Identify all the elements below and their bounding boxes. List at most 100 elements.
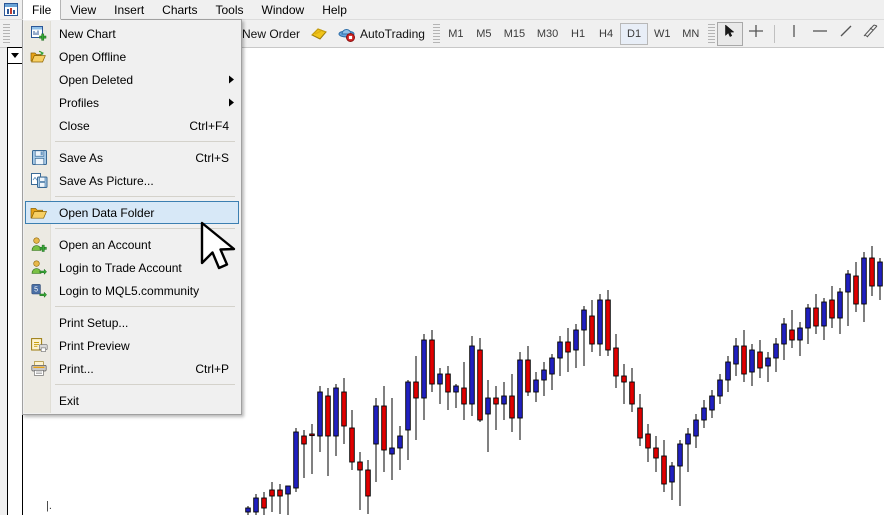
candle xyxy=(581,306,587,366)
open-folder-icon xyxy=(27,47,51,67)
candle xyxy=(805,304,811,344)
menu-entry-print-preview[interactable]: Print Preview xyxy=(25,334,239,357)
candle xyxy=(405,380,411,460)
menu-entry-save-as[interactable]: Save As Ctrl+S xyxy=(25,146,239,169)
open-folder-icon xyxy=(27,203,51,223)
cursor-tool-button[interactable] xyxy=(717,21,743,46)
candle xyxy=(645,424,651,462)
menu-item-help[interactable]: Help xyxy=(313,0,356,20)
menu-item-tools[interactable]: Tools xyxy=(207,0,253,20)
timeframe-w1[interactable]: W1 xyxy=(648,23,676,45)
menu-item-insert[interactable]: Insert xyxy=(105,0,153,20)
menu-entry-open-an-account[interactable]: Open an Account xyxy=(25,233,239,256)
candle xyxy=(389,398,395,480)
candle xyxy=(501,382,507,420)
candle xyxy=(613,334,619,388)
candle xyxy=(837,288,843,334)
candle xyxy=(469,336,475,416)
menu-separator xyxy=(55,141,235,142)
menu-item-file[interactable]: File xyxy=(22,0,62,20)
cursor-icon xyxy=(723,24,737,43)
menu-entry-print[interactable]: Print... Ctrl+P xyxy=(25,357,239,380)
menu-separator xyxy=(55,228,235,229)
candle xyxy=(549,354,555,390)
candle xyxy=(693,414,699,448)
file-dropdown-menu[interactable]: New Chart Open Offline Open Deleted Prof… xyxy=(22,19,242,415)
candle xyxy=(717,374,723,404)
candle xyxy=(317,386,323,452)
vertical-line-tool-button[interactable] xyxy=(781,22,807,46)
chevron-down-icon xyxy=(11,53,19,58)
candle xyxy=(477,338,483,422)
candle xyxy=(541,362,547,396)
candle xyxy=(677,440,683,506)
symbol-dropdown-button[interactable] xyxy=(7,47,23,64)
candle xyxy=(845,270,851,326)
candle xyxy=(797,322,803,356)
candle xyxy=(309,424,315,474)
candle xyxy=(565,328,571,372)
timeframe-toolbar-grip[interactable] xyxy=(432,23,440,44)
timeframe-m30[interactable]: M30 xyxy=(531,23,564,45)
open-account-icon xyxy=(27,235,51,255)
menu-entry-open-offline[interactable]: Open Offline xyxy=(25,45,239,68)
candle xyxy=(589,300,595,352)
menu-entry-login-mql5-community[interactable]: 5 Login to MQL5.community xyxy=(25,279,239,302)
menu-entry-close[interactable]: Close Ctrl+F4 xyxy=(25,114,239,137)
submenu-arrow-icon xyxy=(225,75,239,84)
no-icon xyxy=(27,116,51,136)
menu-item-view[interactable]: View xyxy=(61,0,105,20)
trendline-tool-button[interactable] xyxy=(833,22,859,46)
login-mql5-icon: 5 xyxy=(27,281,51,301)
candle xyxy=(661,440,667,492)
save-picture-icon xyxy=(27,171,51,191)
expert-advisor-button[interactable] xyxy=(305,22,333,46)
menu-entry-login-trade-account[interactable]: Login to Trade Account xyxy=(25,256,239,279)
candle xyxy=(757,340,763,378)
menu-entry-profiles[interactable]: Profiles xyxy=(25,91,239,114)
candle xyxy=(453,384,459,408)
menu-entry-save-as-picture[interactable]: Save As Picture... xyxy=(25,169,239,192)
candle xyxy=(597,294,603,356)
candle xyxy=(781,318,787,360)
metatrader-window: File View Insert Charts Tools Window Hel… xyxy=(0,0,884,515)
candle xyxy=(333,384,339,456)
menu-entry-open-data-folder[interactable]: Open Data Folder xyxy=(25,201,239,224)
menu-label: Open an Account xyxy=(59,237,152,252)
candle xyxy=(245,506,251,515)
candle xyxy=(365,460,371,514)
toolbar-grip[interactable] xyxy=(3,23,10,44)
menu-item-window[interactable]: Window xyxy=(253,0,314,20)
timeframe-m5[interactable]: M5 xyxy=(470,23,498,45)
menu-entry-new-chart[interactable]: New Chart xyxy=(25,22,239,45)
equidistant-channel-tool-button[interactable] xyxy=(858,22,884,46)
timeframe-mn[interactable]: MN xyxy=(676,23,705,45)
timeframe-h1[interactable]: H1 xyxy=(564,23,592,45)
candle xyxy=(373,398,379,482)
timeframe-d1[interactable]: D1 xyxy=(620,22,649,45)
candle xyxy=(629,368,635,412)
candle xyxy=(509,374,515,432)
timeframe-h4[interactable]: H4 xyxy=(592,23,620,45)
candle xyxy=(749,344,755,386)
candle xyxy=(285,485,291,515)
app-icon xyxy=(0,0,22,20)
menu-entry-print-setup[interactable]: Print Setup... xyxy=(25,311,239,334)
timeframe-m15[interactable]: M15 xyxy=(498,23,531,45)
timeframe-m1[interactable]: M1 xyxy=(442,23,470,45)
menu-item-charts[interactable]: Charts xyxy=(153,0,206,20)
menu-bar: File View Insert Charts Tools Window Hel… xyxy=(0,0,884,20)
candle xyxy=(293,428,299,492)
candle xyxy=(445,366,451,410)
autotrading-button[interactable]: AutoTrading xyxy=(333,22,430,46)
candle xyxy=(789,310,795,348)
menu-entry-open-deleted[interactable]: Open Deleted xyxy=(25,68,239,91)
horizontal-line-tool-button[interactable] xyxy=(807,22,833,46)
crosshair-tool-button[interactable] xyxy=(743,22,769,46)
candle xyxy=(413,356,419,440)
menu-entry-exit[interactable]: Exit xyxy=(25,389,239,412)
menu-accel: Ctrl+F4 xyxy=(189,118,229,133)
no-icon xyxy=(27,313,51,333)
drawing-toolbar-grip[interactable] xyxy=(708,23,716,44)
candle xyxy=(669,462,675,500)
